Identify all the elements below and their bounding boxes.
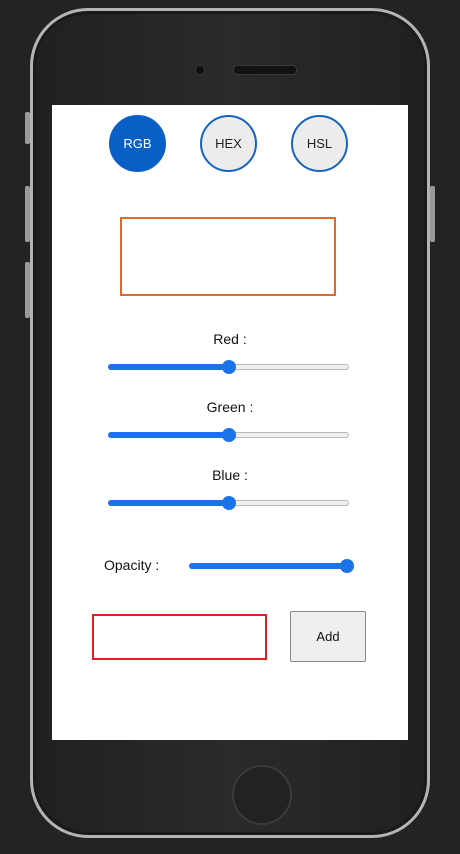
opacity-label: Opacity : xyxy=(104,557,160,573)
color-preview xyxy=(120,217,336,296)
volume-up-button xyxy=(25,186,30,242)
blue-slider-thumb[interactable] xyxy=(221,496,236,510)
red-label: Red : xyxy=(213,331,247,347)
power-button xyxy=(430,186,435,242)
green-slider-thumb[interactable] xyxy=(221,428,236,442)
speaker-grille xyxy=(233,65,297,75)
opacity-slider-fill xyxy=(189,563,347,569)
opacity-slider[interactable] xyxy=(189,556,354,576)
blue-slider[interactable] xyxy=(108,493,349,513)
red-slider-fill xyxy=(108,364,229,370)
green-slider[interactable] xyxy=(108,425,349,445)
add-button[interactable]: Add xyxy=(290,611,366,662)
camera-icon xyxy=(195,65,205,75)
mute-switch xyxy=(25,112,30,144)
red-slider-thumb[interactable] xyxy=(221,360,236,374)
color-name-input[interactable] xyxy=(92,614,267,660)
volume-down-button xyxy=(25,262,30,318)
green-label: Green : xyxy=(206,399,254,415)
opacity-slider-thumb[interactable] xyxy=(340,559,354,573)
app-screen: RGB HEX HSL Red : Green : Blue : Opacity… xyxy=(52,105,408,740)
home-button[interactable] xyxy=(232,765,292,825)
hsl-mode-button[interactable]: HSL xyxy=(291,115,348,172)
hex-mode-button[interactable]: HEX xyxy=(200,115,257,172)
blue-slider-fill xyxy=(108,500,229,506)
green-slider-fill xyxy=(108,432,229,438)
red-slider[interactable] xyxy=(108,357,349,377)
blue-label: Blue : xyxy=(212,467,248,483)
rgb-mode-button[interactable]: RGB xyxy=(109,115,166,172)
